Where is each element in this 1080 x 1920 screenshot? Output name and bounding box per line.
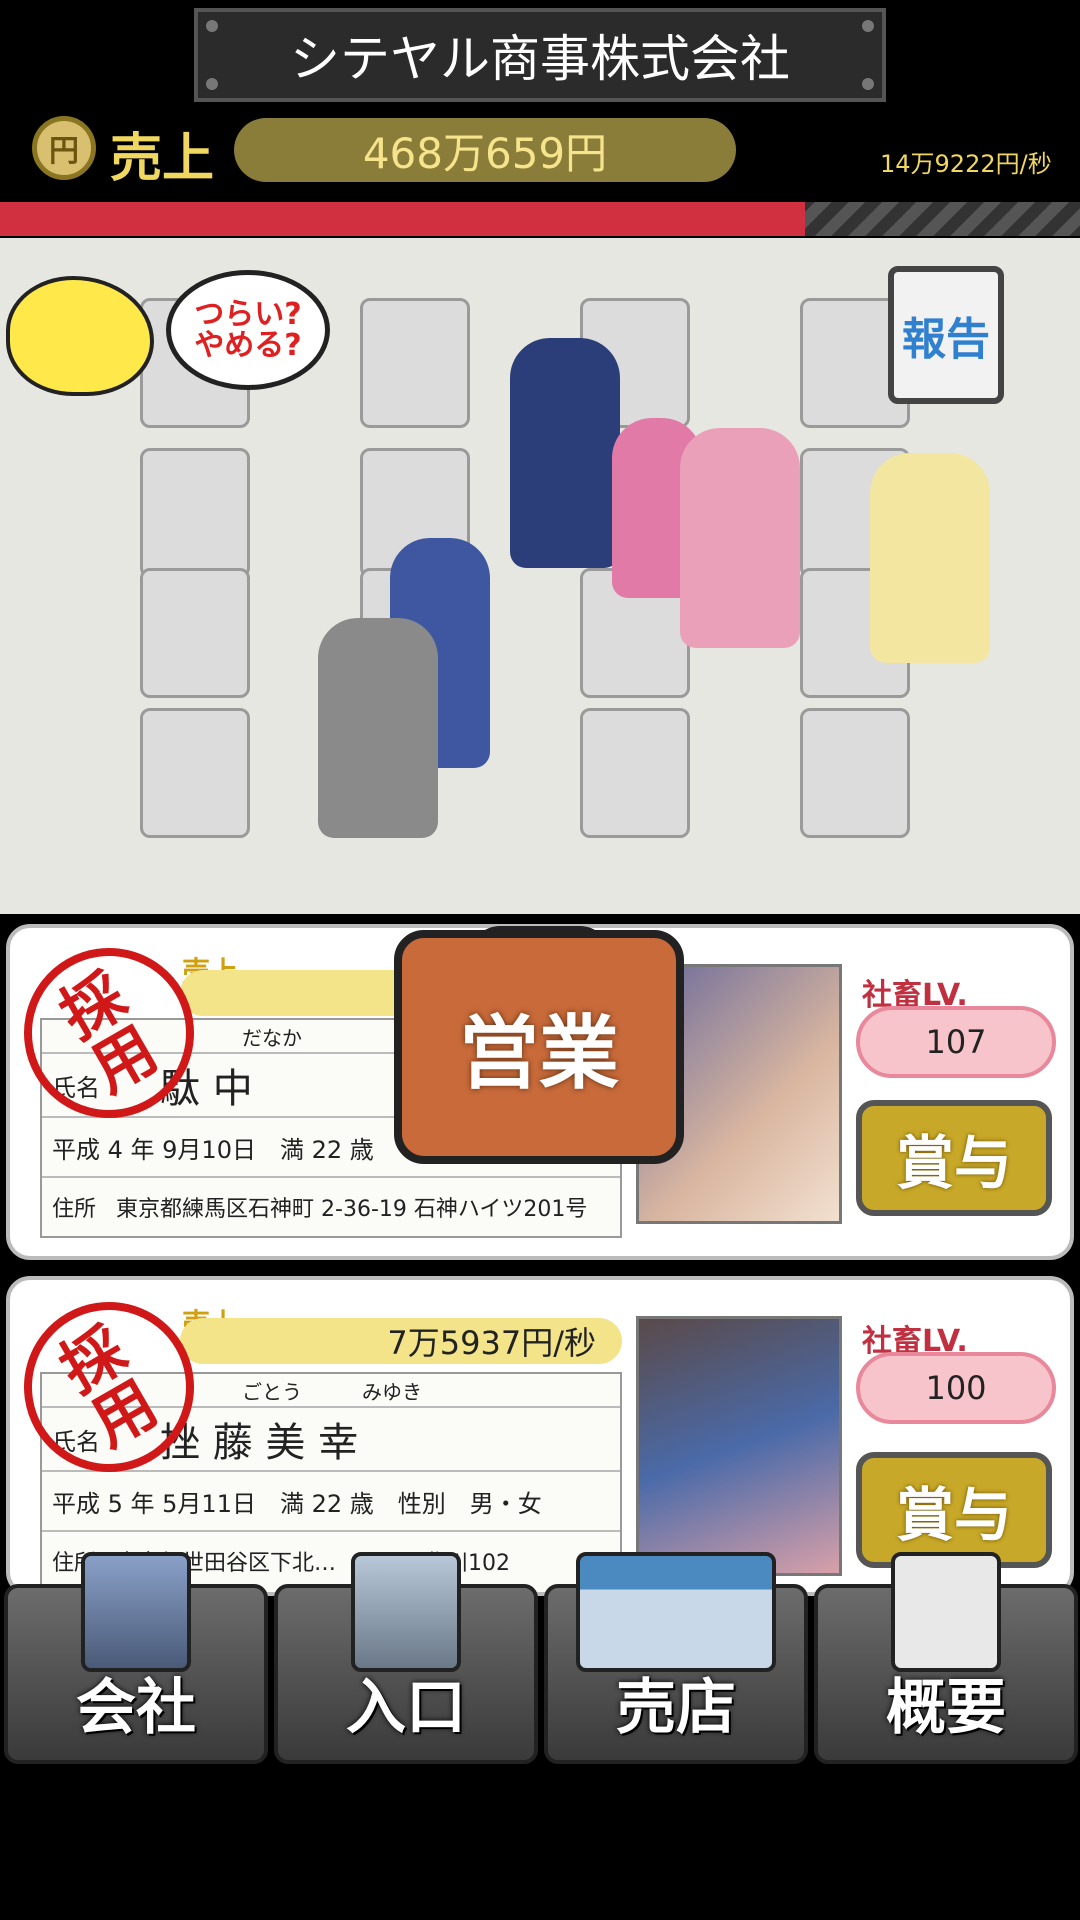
employee-sprite[interactable]	[510, 338, 620, 568]
employee-sprite[interactable]	[870, 453, 990, 663]
bolt-icon	[862, 78, 874, 90]
nav-label: 概要	[886, 1673, 1006, 1743]
report-button[interactable]: 報告	[888, 266, 1004, 404]
nav-overview-button[interactable]: 概要	[814, 1552, 1078, 1764]
bonus-button[interactable]: 賞与	[856, 1452, 1052, 1568]
company-name: シテヤル商事株式会社	[290, 30, 790, 88]
desk	[140, 568, 250, 698]
company-name-plate: シテヤル商事株式会社	[194, 8, 886, 102]
nav-label: 入口	[346, 1673, 466, 1743]
address-label: 住所	[52, 1197, 97, 1222]
nav-label: 会社	[76, 1673, 196, 1743]
employee-portrait	[636, 1316, 842, 1576]
sales-label: 売上	[110, 129, 215, 189]
bolt-icon	[862, 20, 874, 32]
address: 東京都練馬区石神町 2-36-19 石神ハイツ201号	[116, 1197, 588, 1222]
bonus-button[interactable]: 賞与	[856, 1100, 1052, 1216]
employee-sprite[interactable]	[318, 618, 438, 838]
sales-briefcase-button[interactable]: 営業	[394, 930, 684, 1164]
coin-symbol: 円	[49, 134, 79, 169]
bolt-icon	[206, 78, 218, 90]
level-value: 100	[856, 1352, 1056, 1424]
level-value: 107	[856, 1006, 1056, 1078]
sales-total: 468万659円	[234, 118, 736, 182]
progress-bar	[0, 202, 1080, 236]
nav-store-button[interactable]: 売店	[544, 1552, 808, 1764]
report-label: 報告	[902, 314, 990, 365]
address-row: 住所 東京都練馬区石神町 2-36-19 石神ハイツ201号	[42, 1178, 620, 1236]
nav-entrance-button[interactable]: 入口	[274, 1552, 538, 1764]
employee-name: 挫 藤 美 幸	[160, 1420, 359, 1466]
desk	[800, 708, 910, 838]
employee-card[interactable]: 売上 7万5937円/秒 ごとう みゆき 氏名 挫 藤 美 幸 平成 5 年 5…	[6, 1276, 1074, 1596]
employee-sprite[interactable]	[680, 428, 800, 648]
nav-company-button[interactable]: 会社	[4, 1552, 268, 1764]
building-icon	[81, 1552, 191, 1672]
yen-coin-icon: 円	[32, 116, 96, 180]
chick-speech-bubble[interactable]: つらい? やめる?	[166, 270, 330, 390]
sales-rate: 14万9222円/秒	[880, 150, 1052, 178]
store-icon	[576, 1552, 776, 1672]
birth-row: 平成 5 年 5月11日 満 22 歳 性別 男・女	[42, 1472, 620, 1532]
desk	[140, 448, 250, 578]
sales-bag-label: 営業	[459, 1007, 619, 1100]
desk	[580, 708, 690, 838]
door-icon	[351, 1552, 461, 1672]
desk	[140, 708, 250, 838]
desk	[360, 298, 470, 428]
bolt-icon	[206, 20, 218, 32]
clipboard-icon	[891, 1552, 1001, 1672]
nav-label: 売店	[616, 1673, 736, 1743]
card-sales-rate: 7万5937円/秒	[180, 1318, 622, 1364]
progress-bar-fill	[0, 202, 805, 236]
